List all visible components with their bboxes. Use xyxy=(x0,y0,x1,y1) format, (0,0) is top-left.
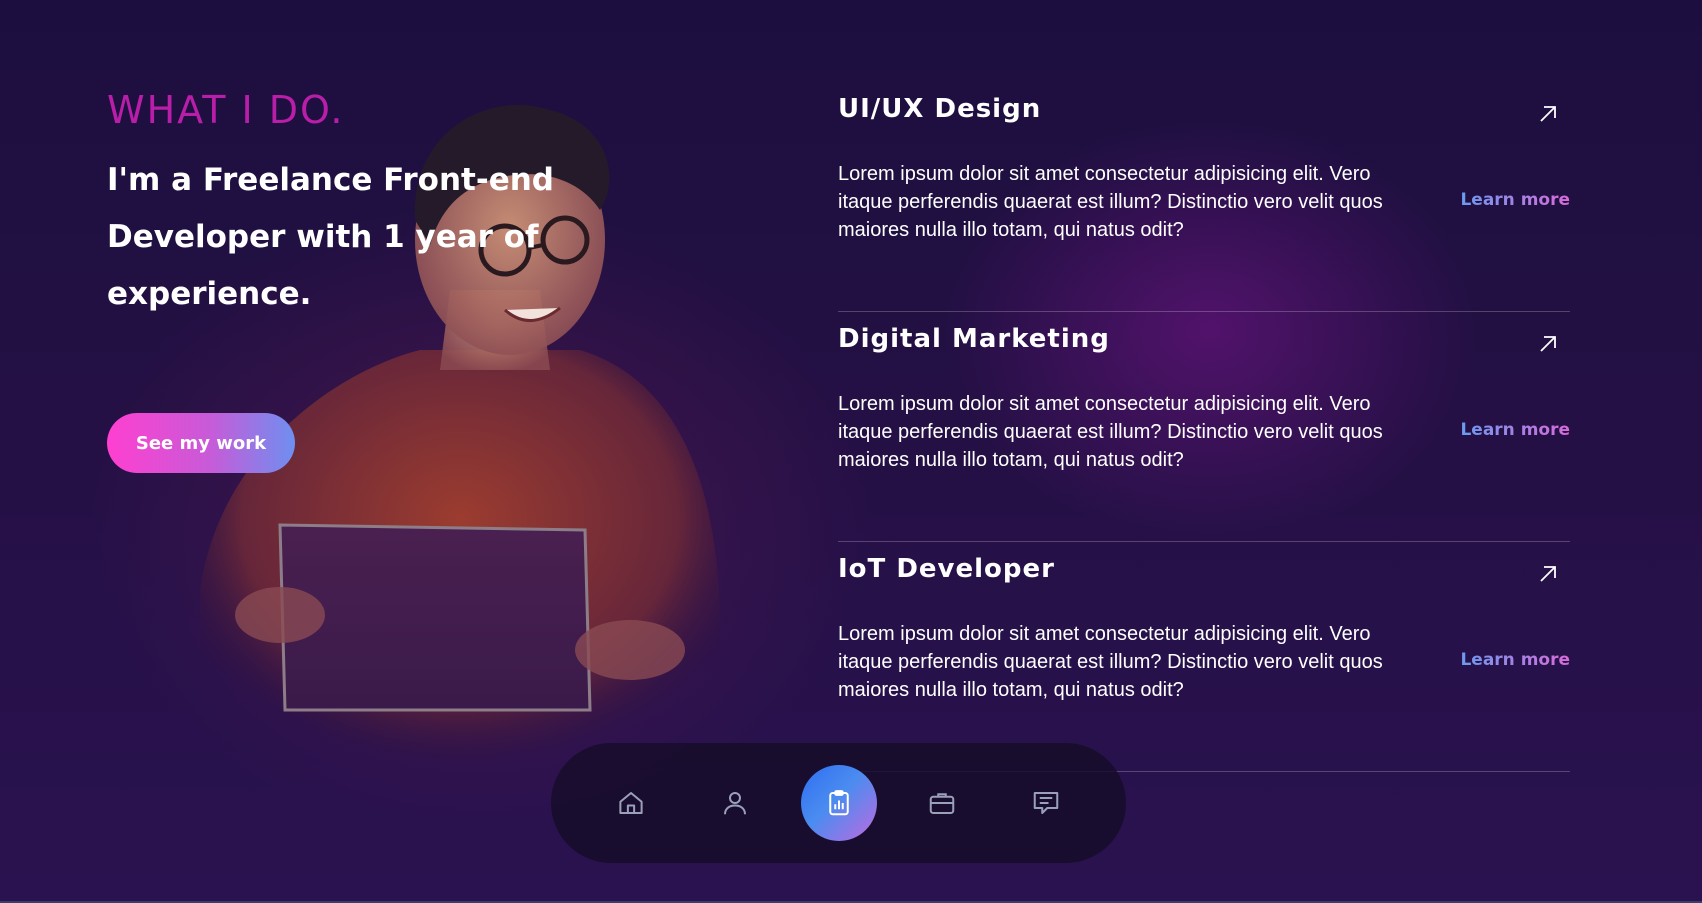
hero-text-block: WHAT I DO. I'm a Freelance Front-end Dev… xyxy=(107,86,667,323)
arrow-up-right-icon[interactable] xyxy=(1536,562,1560,586)
hero-headline: I'm a Freelance Front-end Developer with… xyxy=(107,162,554,312)
service-item: IoT Developer Lorem ipsum dolor sit amet… xyxy=(838,542,1570,772)
learn-more-link[interactable]: Learn more xyxy=(1460,190,1570,210)
nav-services[interactable] xyxy=(800,765,877,841)
message-icon xyxy=(1033,792,1059,814)
nav-about[interactable] xyxy=(697,765,773,841)
service-title: IoT Developer xyxy=(838,554,1055,584)
service-description: Lorem ipsum dolor sit amet consectetur a… xyxy=(838,393,1383,471)
service-description: Lorem ipsum dolor sit amet consectetur a… xyxy=(838,623,1383,701)
nav-portfolio[interactable] xyxy=(904,765,980,841)
briefcase-icon xyxy=(930,793,955,814)
home-icon xyxy=(619,792,643,814)
service-title: Digital Marketing xyxy=(838,324,1110,354)
learn-more-link[interactable]: Learn more xyxy=(1460,650,1570,670)
services-list: UI/UX Design Lorem ipsum dolor sit amet … xyxy=(838,82,1570,772)
bottom-nav xyxy=(551,743,1126,863)
learn-more-link[interactable]: Learn more xyxy=(1460,420,1570,440)
service-item: UI/UX Design Lorem ipsum dolor sit amet … xyxy=(838,82,1570,312)
service-title: UI/UX Design xyxy=(838,94,1042,124)
arrow-up-right-icon[interactable] xyxy=(1536,102,1560,126)
user-icon xyxy=(723,792,746,815)
see-my-work-button[interactable]: See my work xyxy=(107,413,295,473)
nav-contact[interactable] xyxy=(1008,765,1084,841)
service-description: Lorem ipsum dolor sit amet consectetur a… xyxy=(838,163,1383,241)
arrow-up-right-icon[interactable] xyxy=(1536,332,1560,356)
service-item: Digital Marketing Lorem ipsum dolor sit … xyxy=(838,312,1570,542)
nav-home[interactable] xyxy=(593,765,669,841)
clipboard-chart-icon xyxy=(828,790,849,816)
section-kicker: WHAT I DO. xyxy=(107,88,345,132)
